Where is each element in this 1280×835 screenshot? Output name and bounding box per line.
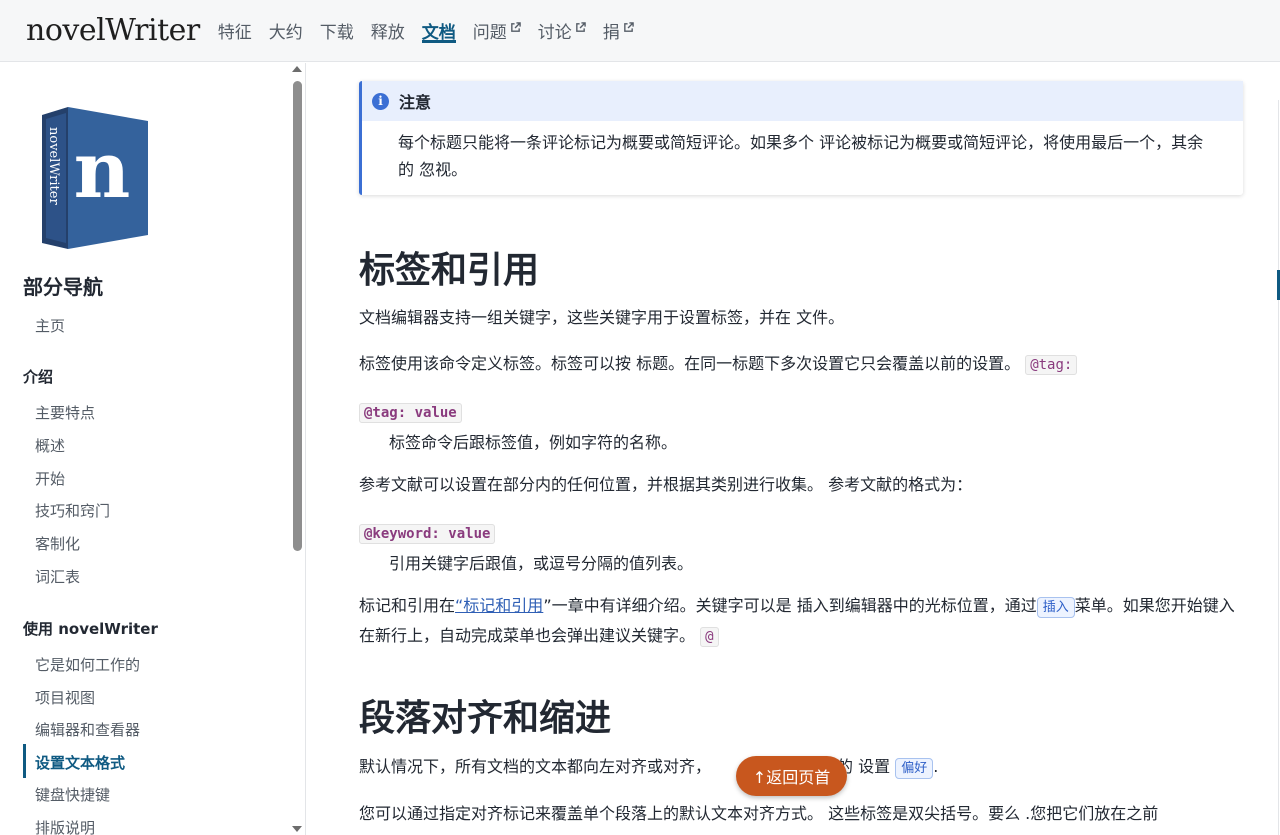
sidebar-item-features[interactable]: 主要特点 — [35, 402, 95, 423]
scroll-down-arrow[interactable] — [292, 826, 302, 832]
sidebar-item-tips[interactable]: 技巧和窍门 — [35, 500, 110, 521]
sidebar-item-home[interactable]: 主页 — [35, 315, 65, 336]
paragraph: 参考文献可以设置在部分内的任何位置，并根据其类别进行收集。 参考文献的格式为： — [359, 475, 973, 494]
nav-label: 问题 — [472, 23, 507, 43]
sidebar-item-start[interactable]: 开始 — [35, 468, 65, 489]
note-body: 每个标题只能将一条评论标记为概要或简短评论。如果多个 评论被标记为概要或简短评论… — [398, 133, 1204, 179]
heading-tags-references: 标签和引用 — [359, 250, 540, 291]
definition-description: 引用关键字后跟值，或逗号分隔的值列表。 — [389, 554, 694, 573]
external-link-icon — [510, 22, 521, 32]
top-navbar: novelWriter 特征 大约 下载 释放 文档 问题 讨论 捐 — [0, 0, 1280, 62]
nav-label: 下载 — [319, 23, 354, 43]
nav-item-7[interactable]: 捐 — [603, 0, 634, 61]
inline-code: @tag: — [1025, 355, 1078, 375]
current-page-indicator — [23, 744, 26, 778]
definition-term: @keyword: value — [359, 519, 1244, 548]
sidebar-item-formatting[interactable]: 设置文本格式 — [35, 752, 125, 773]
main-nav: 特征 大约 下载 释放 文档 问题 讨论 捐 — [218, 0, 651, 61]
nav-label: 特征 — [217, 23, 252, 43]
nav-item-5[interactable]: 问题 — [473, 0, 521, 61]
sidebar-item-typography[interactable]: 排版说明 — [35, 817, 95, 835]
sidebar-heading-intro: 介绍 — [23, 368, 54, 386]
nav-item-0[interactable]: 特征 — [218, 0, 252, 61]
code-term-keyword: @keyword: value — [359, 524, 496, 544]
paragraph-text: 标签使用该命令定义标签。标签可以按 标题。在同一标题下多次设置它只会覆盖以前的设… — [359, 354, 1021, 373]
link-tags-references[interactable]: “标记和引用 — [455, 596, 543, 615]
sidebar-item-customise[interactable]: 客制化 — [35, 533, 80, 554]
definition-term: @tag: value — [359, 398, 1244, 427]
brand-logo-text[interactable]: novelWriter — [26, 13, 200, 48]
sidebar-scrollbar-thumb[interactable] — [293, 81, 302, 551]
external-link-icon — [575, 22, 586, 32]
sidebar-item-overview[interactable]: 概述 — [35, 435, 65, 456]
nav-label: 大约 — [268, 23, 303, 43]
svg-text:n: n — [74, 125, 131, 216]
code-term-tag: @tag: value — [359, 403, 462, 423]
nav-item-1[interactable]: 大约 — [269, 0, 303, 61]
sidebar-item-project-view[interactable]: 项目视图 — [35, 687, 95, 708]
paragraph-text: ”一章中有详细介绍。关键字可以是 插入到编辑器中的光标位置，通过 — [543, 596, 1037, 615]
definition-description: 标签命令后跟标签值，例如字符的名称。 — [389, 433, 678, 452]
nav-item-3[interactable]: 释放 — [371, 0, 405, 61]
scroll-up-arrow[interactable] — [292, 66, 302, 72]
nav-label: 释放 — [370, 23, 405, 43]
paragraph-text: 默认情况下，所有文档的文本都向左对齐或对齐， — [359, 757, 712, 776]
sidebar: n novelWriter 部分导航 主页 介绍 主要特点 概述 开始 技巧和窍… — [0, 63, 306, 835]
note-title-bar: i 注意 — [362, 81, 1243, 121]
sidebar-item-shortcuts[interactable]: 键盘快捷键 — [35, 784, 110, 805]
heading-paragraph-alignment: 段落对齐和缩进 — [359, 698, 612, 739]
sidebar-item-how-it-works[interactable]: 它是如何工作的 — [35, 654, 140, 675]
logo-spine-text: novelWriter — [46, 127, 61, 205]
sidebar-item-glossary[interactable]: 词汇表 — [35, 566, 80, 587]
paragraph: 标签使用该命令定义标签。标签可以按 标题。在同一标题下多次设置它只会覆盖以前的设… — [359, 350, 1244, 379]
novelwriter-book-logo[interactable]: n novelWriter — [38, 107, 150, 252]
note-admonition: i 注意 每个标题只能将一条评论标记为概要或简短评论。如果多个 评论被标记为概要… — [359, 81, 1243, 195]
nav-item-4[interactable]: 文档 — [421, 0, 456, 61]
info-icon: i — [372, 92, 389, 110]
inline-code: @ — [700, 627, 719, 647]
nav-label: 讨论 — [537, 23, 572, 43]
main-content: i 注意 每个标题只能将一条评论标记为概要或简短评论。如果多个 评论被标记为概要… — [307, 63, 1280, 835]
nav-label: 文档 — [421, 23, 456, 43]
paragraph: 标记和引用在“标记和引用”一章中有详细介绍。关键字可以是 插入到编辑器中的光标位… — [359, 592, 1244, 651]
paragraph-text: 标记和引用在 — [359, 596, 456, 615]
sidebar-heading-use: 使用 novelWriter — [23, 620, 158, 638]
nav-label: 捐 — [602, 23, 620, 43]
section-nav-title: 部分导航 — [23, 275, 103, 299]
paragraph-text: . — [933, 757, 939, 776]
nav-item-6[interactable]: 讨论 — [538, 0, 586, 61]
gui-label-insert: 插入 — [1036, 597, 1075, 618]
nav-item-2[interactable]: 下载 — [320, 0, 354, 61]
external-link-icon — [623, 22, 634, 32]
paragraph: 您可以通过指定对齐标记来覆盖单个段落上的默认文本对齐方式。 这些标签是双尖括号。… — [359, 804, 1159, 823]
toc-divider — [1278, 100, 1279, 835]
gui-label-preferences: 偏好 — [895, 758, 934, 779]
note-title: 注意 — [399, 93, 432, 112]
back-to-top-button[interactable]: ↑返回页首 — [736, 756, 847, 796]
sidebar-item-editor-viewer[interactable]: 编辑器和查看器 — [35, 719, 140, 740]
paragraph: 文档编辑器支持一组关键字，这些关键字用于设置标签，并在 文件。 — [359, 308, 845, 327]
